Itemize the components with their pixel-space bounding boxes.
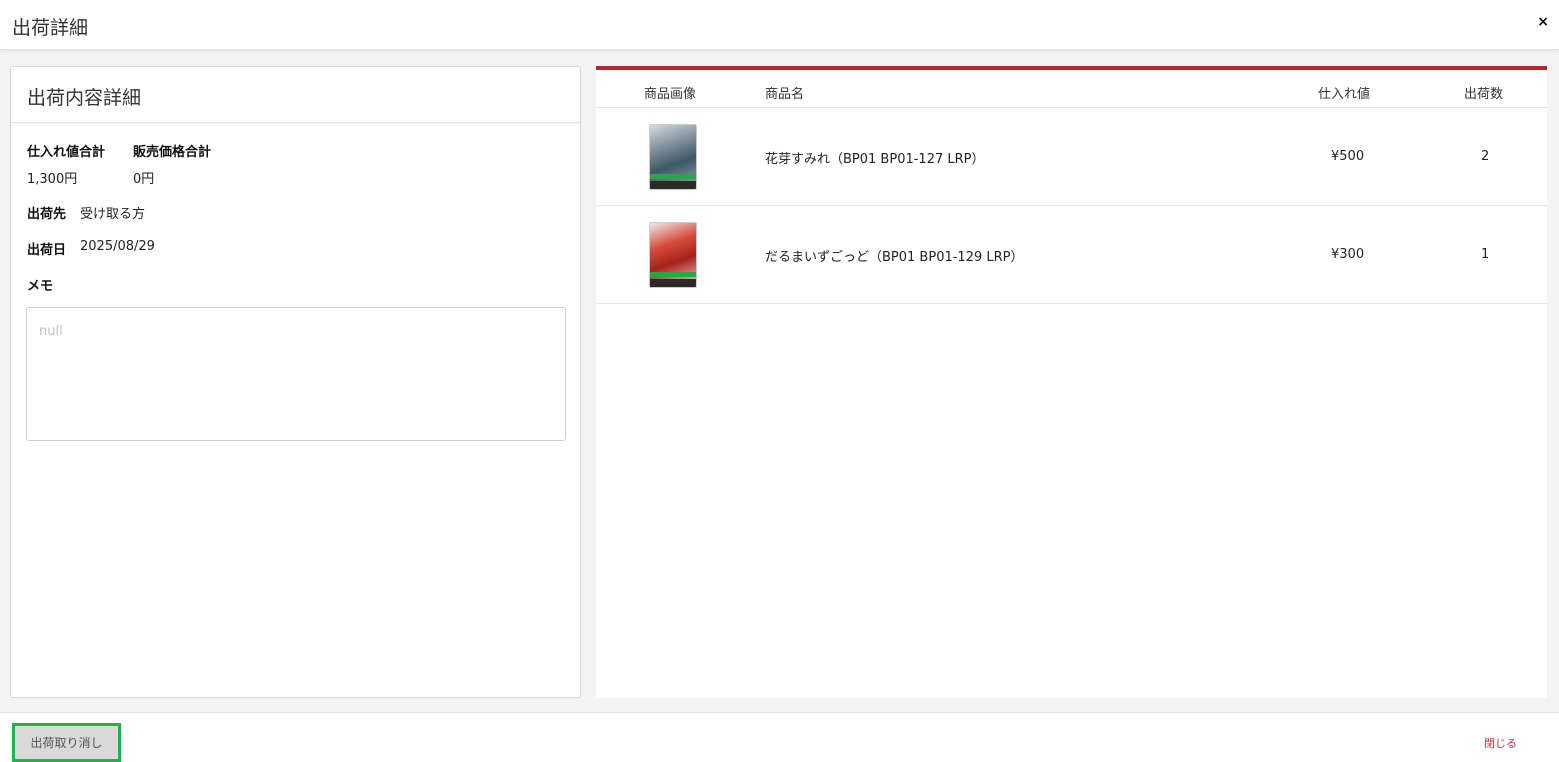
sales-total-value: 0円 <box>133 172 155 187</box>
destination-row: 出荷先 受け取る方 <box>27 203 145 222</box>
modal-title: 出荷詳細 <box>12 17 89 39</box>
totals-summary: 仕入れ値合計 1,300円 販売価格合計 0円 <box>27 141 211 187</box>
header-name: 商品名 <box>765 87 805 102</box>
memo-label: メモ <box>27 279 54 294</box>
product-price: ¥300 <box>1331 247 1365 262</box>
purchase-total-value: 1,300円 <box>27 172 78 187</box>
cancel-shipment-button[interactable]: 出荷取り消し <box>12 723 121 762</box>
modal-header: 出荷詳細 × <box>0 0 1559 50</box>
memo-textarea[interactable] <box>26 307 566 441</box>
product-table-panel: 商品画像 商品名 仕入れ値 出荷数 花芽すみれ（BP01 BP01-127 LR… <box>596 66 1547 698</box>
purchase-total-label: 仕入れ値合計 <box>27 145 106 160</box>
header-qty: 出荷数 <box>1464 87 1504 102</box>
ship-quantity: 1 <box>1481 247 1490 262</box>
destination-value: 受け取る方 <box>80 207 146 222</box>
destination-label: 出荷先 <box>27 207 67 222</box>
product-image <box>649 222 697 288</box>
ship-date-value: 2025/08/29 <box>80 239 155 254</box>
sales-total: 販売価格合計 0円 <box>133 141 211 187</box>
product-image <box>649 124 697 190</box>
table-header: 商品画像 商品名 仕入れ値 出荷数 <box>596 70 1547 108</box>
ship-quantity: 2 <box>1481 149 1490 164</box>
product-price: ¥500 <box>1331 149 1365 164</box>
table-row: だるまいずごっど（BP01 BP01-129 LRP） ¥300 1 <box>596 206 1547 304</box>
sales-total-label: 販売価格合計 <box>133 145 212 160</box>
ship-date-label: 出荷日 <box>27 243 67 258</box>
close-button[interactable]: 閉じる <box>1484 735 1517 751</box>
header-image: 商品画像 <box>644 87 697 102</box>
close-icon[interactable]: × <box>1537 14 1549 30</box>
panel-title: 出荷内容詳細 <box>11 67 580 123</box>
product-name: 花芽すみれ（BP01 BP01-127 LRP） <box>765 152 985 167</box>
ship-date-row: 出荷日 2025/08/29 <box>27 239 155 258</box>
modal-footer: 出荷取り消し 閉じる <box>0 712 1559 762</box>
header-price: 仕入れ値 <box>1318 87 1371 102</box>
card-footer <box>650 279 696 287</box>
card-band <box>650 174 696 179</box>
shipment-detail-panel: 出荷内容詳細 仕入れ値合計 1,300円 販売価格合計 0円 出荷先 受け取る方… <box>10 66 581 698</box>
product-name: だるまいずごっど（BP01 BP01-129 LRP） <box>765 250 1024 265</box>
card-footer <box>650 181 696 189</box>
purchase-total: 仕入れ値合計 1,300円 <box>27 141 105 187</box>
card-band <box>650 272 696 277</box>
table-row: 花芽すみれ（BP01 BP01-127 LRP） ¥500 2 <box>596 108 1547 206</box>
